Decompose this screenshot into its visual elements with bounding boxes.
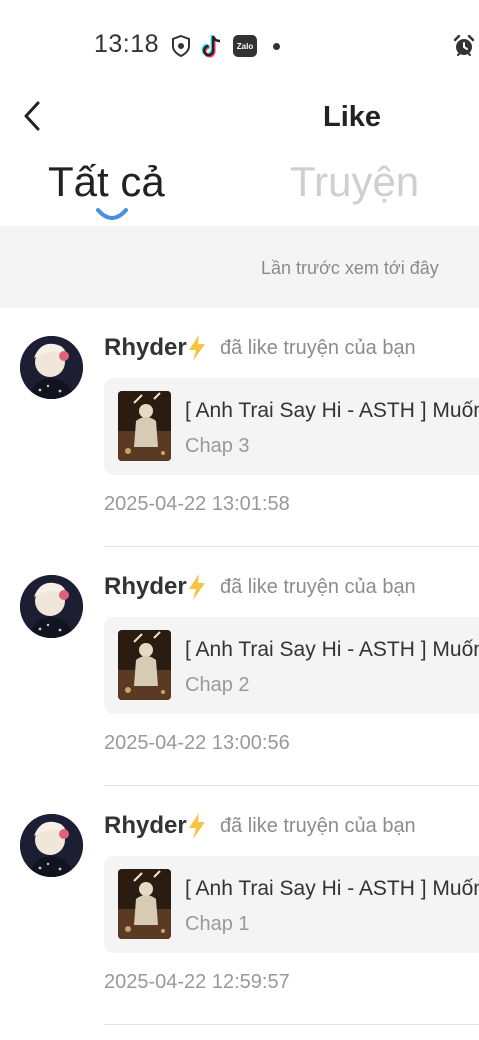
- notification-item[interactable]: Rhyder đã like truyện của bạn [ Anh Trai…: [0, 786, 479, 1025]
- action-text: đã like truyện của bạn: [220, 576, 416, 598]
- notification-dot-icon: [273, 43, 280, 50]
- tab-bar: Tất cả Truyện: [0, 158, 479, 226]
- back-button[interactable]: [14, 96, 50, 136]
- avatar[interactable]: [20, 336, 83, 399]
- story-card[interactable]: [ Anh Trai Say Hi - ASTH ] Muốn Chap 1: [104, 856, 479, 953]
- active-tab-indicator: [96, 208, 128, 220]
- story-card[interactable]: [ Anh Trai Say Hi - ASTH ] Muốn Chap 2: [104, 617, 479, 714]
- avatar[interactable]: [20, 814, 83, 877]
- tab-story[interactable]: Truyện: [290, 158, 419, 206]
- timestamp: 2025-04-22 13:01:58: [104, 493, 290, 515]
- story-thumbnail: [118, 630, 171, 700]
- story-thumbnail: [118, 391, 171, 461]
- story-title: [ Anh Trai Say Hi - ASTH ] Muốn: [185, 399, 479, 422]
- notification-list: Rhyder đã like truyện của bạn [ Anh Trai…: [0, 308, 479, 1025]
- action-text: đã like truyện của bạn: [220, 337, 416, 359]
- timestamp: 2025-04-22 13:00:56: [104, 732, 290, 754]
- lightning-icon: [189, 574, 205, 600]
- status-time: 13:18: [94, 30, 160, 58]
- last-viewed-banner: Lần trước xem tới đây: [0, 226, 479, 308]
- divider: [104, 1024, 479, 1025]
- shield-icon: [169, 34, 193, 58]
- user-name[interactable]: Rhyder: [104, 573, 187, 601]
- action-text: đã like truyện của bạn: [220, 815, 416, 837]
- zalo-icon: Zalo: [233, 34, 257, 58]
- notification-item[interactable]: Rhyder đã like truyện của bạn [ Anh Trai…: [0, 547, 479, 786]
- story-chapter: Chap 1: [185, 913, 250, 935]
- story-chapter: Chap 3: [185, 435, 250, 457]
- chevron-left-icon: [24, 101, 40, 131]
- lightning-icon: [189, 335, 205, 361]
- header: Like: [0, 92, 479, 144]
- story-card[interactable]: [ Anh Trai Say Hi - ASTH ] Muốn Chap 3: [104, 378, 479, 475]
- story-title: [ Anh Trai Say Hi - ASTH ] Muốn: [185, 638, 479, 661]
- lightning-icon: [189, 813, 205, 839]
- story-title: [ Anh Trai Say Hi - ASTH ] Muốn: [185, 877, 479, 900]
- tab-all[interactable]: Tất cả: [48, 158, 165, 206]
- story-chapter: Chap 2: [185, 674, 250, 696]
- alarm-icon: [452, 34, 476, 58]
- last-viewed-text: Lần trước xem tới đây: [261, 258, 439, 278]
- status-bar: 13:18 Zalo: [0, 0, 479, 92]
- avatar[interactable]: [20, 575, 83, 638]
- page-title: Like: [323, 101, 382, 133]
- user-name[interactable]: Rhyder: [104, 812, 187, 840]
- timestamp: 2025-04-22 12:59:57: [104, 971, 290, 993]
- user-name[interactable]: Rhyder: [104, 334, 187, 362]
- tiktok-icon: [200, 34, 224, 58]
- story-thumbnail: [118, 869, 171, 939]
- notification-item[interactable]: Rhyder đã like truyện của bạn [ Anh Trai…: [0, 308, 479, 547]
